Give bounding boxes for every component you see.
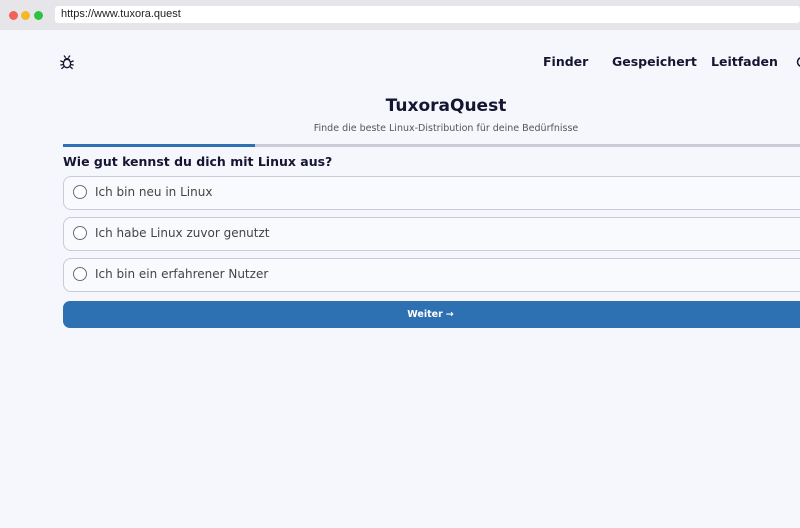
option-used-before[interactable]: Ich habe Linux zuvor genutzt xyxy=(63,217,800,251)
progress-bar xyxy=(63,144,800,147)
arrow-right-icon: → xyxy=(445,309,454,320)
next-button-label: Weiter xyxy=(407,309,443,320)
progress-fill xyxy=(63,144,255,147)
nav-saved[interactable]: Gespeichert xyxy=(612,54,697,70)
radio-button[interactable] xyxy=(73,185,87,199)
option-label: Ich bin ein erfahrener Nutzer xyxy=(95,267,269,281)
next-button[interactable]: Weiter → xyxy=(63,301,800,328)
nav-guide[interactable]: Leitfaden xyxy=(711,54,778,70)
nav-finder[interactable]: Finder xyxy=(543,54,588,70)
browser-toolbar: https://www.tuxora.quest xyxy=(0,0,800,30)
radio-button[interactable] xyxy=(73,226,87,240)
nav-more-item[interactable] xyxy=(796,54,800,70)
bug-icon[interactable] xyxy=(59,54,75,70)
page-title: TuxoraQuest xyxy=(385,96,507,116)
option-label: Ich bin neu in Linux xyxy=(95,185,213,199)
page-subtitle: Finde die beste Linux-Distribution für d… xyxy=(313,123,579,134)
address-bar[interactable]: https://www.tuxora.quest xyxy=(55,6,800,23)
maximize-window-button[interactable] xyxy=(34,11,43,20)
close-window-button[interactable] xyxy=(9,11,18,20)
radio-button[interactable] xyxy=(73,267,87,281)
option-beginner[interactable]: Ich bin neu in Linux xyxy=(63,176,800,210)
option-experienced[interactable]: Ich bin ein erfahrener Nutzer xyxy=(63,258,800,292)
question-text: Wie gut kennst du dich mit Linux aus? xyxy=(63,154,333,169)
option-label: Ich habe Linux zuvor genutzt xyxy=(95,226,270,240)
minimize-window-button[interactable] xyxy=(21,11,30,20)
